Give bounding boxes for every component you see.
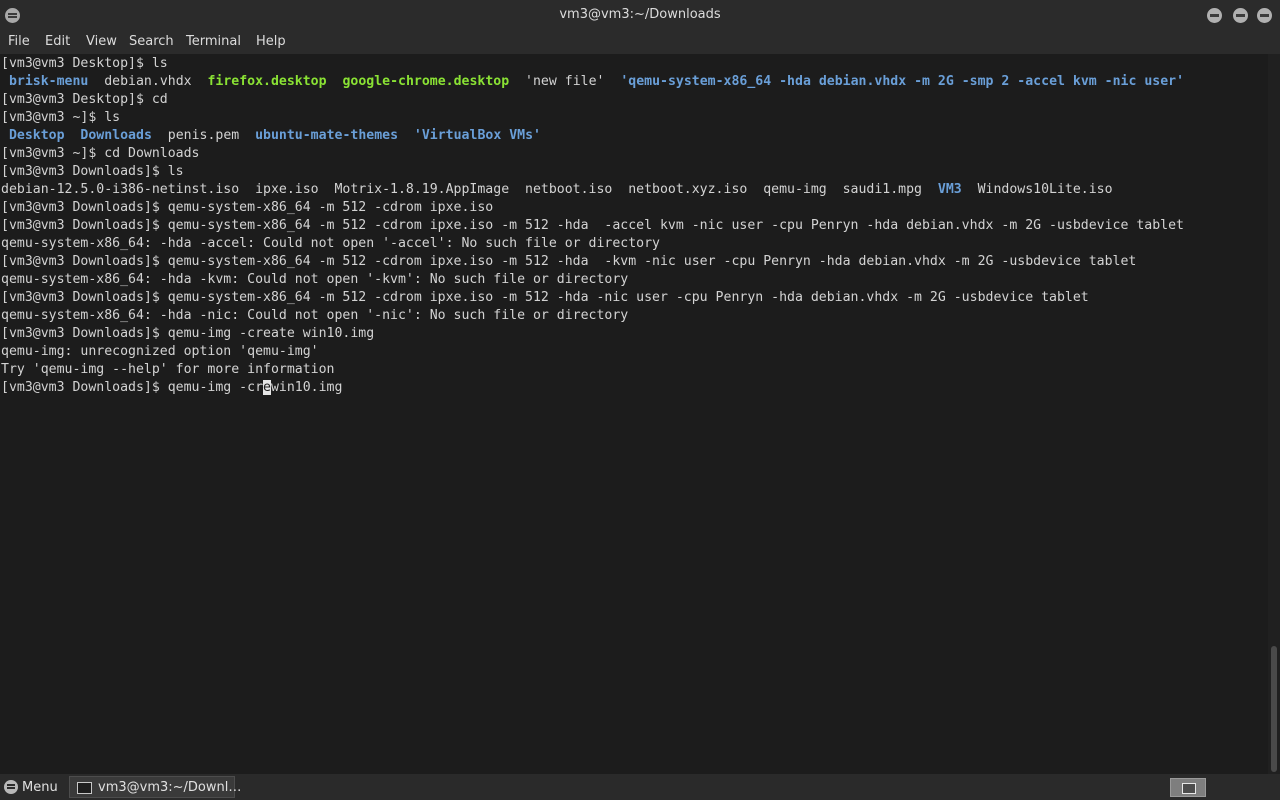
terminal-text-segment: [vm3@vm3 ~]$ cd Downloads <box>1 146 200 161</box>
terminal-text-segment: penis.pem <box>151 128 256 143</box>
terminal-line: qemu-system-x86_64: -hda -accel: Could n… <box>1 235 1184 253</box>
terminal-text-segment: VM3 <box>937 182 962 197</box>
terminal-text-segment: Desktop <box>8 128 65 143</box>
terminal-text-segment: qemu-system-x86_64: -hda -nic: Could not… <box>1 308 629 323</box>
workspace-switcher[interactable] <box>1170 778 1206 797</box>
terminal-text-segment: Windows10Lite.iso <box>961 182 1113 197</box>
terminal-window-icon <box>77 782 92 794</box>
menu-bar: File Edit View Search Terminal Help <box>0 30 1280 54</box>
terminal-text-segment: debian.vhdx <box>88 74 208 89</box>
terminal-text-segment: [vm3@vm3 Downloads]$ qemu-img -create wi… <box>1 326 375 341</box>
menu-help[interactable]: Help <box>256 34 286 49</box>
terminal-line: brisk-menu debian.vhdx firefox.desktop g… <box>1 73 1184 91</box>
main-menu-button[interactable]: Menu <box>0 774 64 800</box>
terminal-text-segment: [vm3@vm3 ~]$ ls <box>1 110 121 125</box>
terminal-text-segment: [vm3@vm3 Downloads]$ ls <box>1 164 184 179</box>
terminal-line: Try 'qemu-img --help' for more informati… <box>1 361 1184 379</box>
main-menu-label: Menu <box>22 780 58 795</box>
terminal-line: [vm3@vm3 Downloads]$ qemu-img -crewin10.… <box>1 379 1184 397</box>
terminal-text: [vm3@vm3 Desktop]$ ls brisk-menu debian.… <box>1 55 1184 397</box>
terminal-text-segment: qemu-system-x86_64: -hda -kvm: Could not… <box>1 272 629 287</box>
scrollbar[interactable] <box>1268 54 1280 774</box>
window-title: vm3@vm3:~/Downloads <box>559 7 721 22</box>
title-bar[interactable]: vm3@vm3:~/Downloads <box>0 0 1280 30</box>
terminal-text-segment: [vm3@vm3 Downloads]$ qemu-img -cr <box>1 380 264 395</box>
terminal-text-segment: qemu-system-x86_64: -hda -accel: Could n… <box>1 236 660 251</box>
terminal-text-segment: 'new file' <box>509 74 621 89</box>
terminal-text-segment: win10.img <box>270 380 343 395</box>
terminal-text-segment: firefox.desktop <box>207 74 327 89</box>
terminal-line: [vm3@vm3 ~]$ ls <box>1 109 1184 127</box>
close-button[interactable] <box>1257 8 1272 23</box>
terminal-line: qemu-system-x86_64: -hda -nic: Could not… <box>1 307 1184 325</box>
terminal-line: [vm3@vm3 Desktop]$ cd <box>1 91 1184 109</box>
terminal-text-segment: [vm3@vm3 Desktop]$ ls <box>1 56 168 71</box>
scrollbar-thumb[interactable] <box>1271 646 1277 772</box>
terminal-line: [vm3@vm3 Downloads]$ qemu-system-x86_64 … <box>1 217 1184 235</box>
menu-terminal[interactable]: Terminal <box>186 34 241 49</box>
terminal-line: [vm3@vm3 Downloads]$ qemu-system-x86_64 … <box>1 199 1184 217</box>
terminal-text-segment: [vm3@vm3 Downloads]$ qemu-system-x86_64 … <box>1 218 1184 233</box>
terminal-line: Desktop Downloads penis.pem ubuntu-mate-… <box>1 127 1184 145</box>
menu-edit[interactable]: Edit <box>45 34 70 49</box>
terminal-line: [vm3@vm3 Downloads]$ ls <box>1 163 1184 181</box>
terminal-text-segment: [vm3@vm3 Downloads]$ qemu-system-x86_64 … <box>1 290 1089 305</box>
terminal-text-segment: Try 'qemu-img --help' for more informati… <box>1 362 335 377</box>
terminal-text-segment: brisk-menu <box>8 74 89 89</box>
taskbar: Menu vm3@vm3:~/Downl… <box>0 774 1280 800</box>
menu-view[interactable]: View <box>86 34 117 49</box>
maximize-button[interactable] <box>1233 8 1248 23</box>
taskbar-window-label: vm3@vm3:~/Downl… <box>98 780 242 795</box>
terminal-text-segment: 'VirtualBox VMs' <box>413 128 541 143</box>
terminal-text-segment: [vm3@vm3 Downloads]$ qemu-system-x86_64 … <box>1 254 1137 269</box>
terminal-text-segment: qemu-img: unrecognized option 'qemu-img' <box>1 344 319 359</box>
menu-file[interactable]: File <box>8 34 30 49</box>
terminal-text-segment: 'qemu-system-x86_64 -hda debian.vhdx -m … <box>620 74 1185 89</box>
menu-search[interactable]: Search <box>129 34 174 49</box>
terminal-line: [vm3@vm3 Downloads]$ qemu-system-x86_64 … <box>1 289 1184 307</box>
terminal-text-segment: [vm3@vm3 Desktop]$ cd <box>1 92 168 107</box>
terminal-line: [vm3@vm3 Downloads]$ qemu-img -create wi… <box>1 325 1184 343</box>
mate-menu-icon <box>4 780 18 794</box>
text-cursor: e <box>263 380 271 395</box>
workspace-switcher-icon <box>1182 783 1196 794</box>
terminal-line: [vm3@vm3 Desktop]$ ls <box>1 55 1184 73</box>
terminal-text-segment: Downloads <box>80 128 152 143</box>
terminal-line: [vm3@vm3 ~]$ cd Downloads <box>1 145 1184 163</box>
terminal-line: [vm3@vm3 Downloads]$ qemu-system-x86_64 … <box>1 253 1184 271</box>
terminal-line: qemu-system-x86_64: -hda -kvm: Could not… <box>1 271 1184 289</box>
terminal-text-segment: google-chrome.desktop <box>342 74 510 89</box>
terminal-line: qemu-img: unrecognized option 'qemu-img' <box>1 343 1184 361</box>
terminal-text-segment: [vm3@vm3 Downloads]$ qemu-system-x86_64 … <box>1 200 494 215</box>
minimize-button[interactable] <box>1207 8 1222 23</box>
taskbar-window-button[interactable]: vm3@vm3:~/Downl… <box>69 776 241 798</box>
terminal-output[interactable]: [vm3@vm3 Desktop]$ ls brisk-menu debian.… <box>0 54 1268 774</box>
terminal-text-segment: debian-12.5.0-i386-netinst.iso ipxe.iso … <box>1 182 938 197</box>
terminal-line: debian-12.5.0-i386-netinst.iso ipxe.iso … <box>1 181 1184 199</box>
terminal-text-segment: ubuntu-mate-themes <box>255 128 399 143</box>
